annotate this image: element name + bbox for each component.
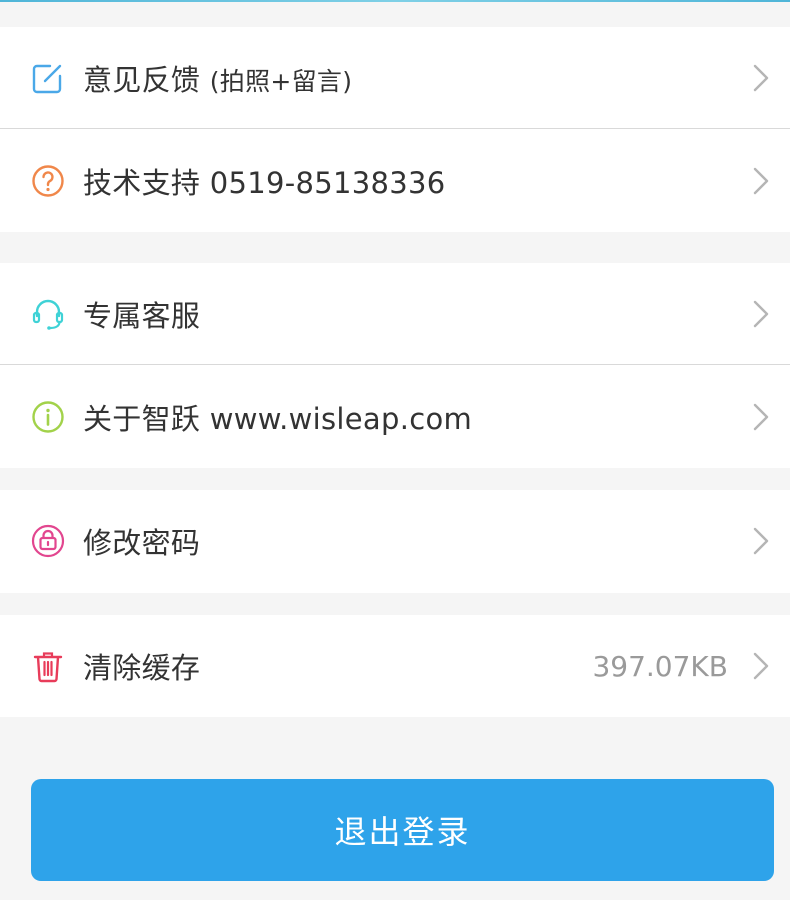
chevron-right-icon bbox=[752, 299, 770, 329]
edit-icon bbox=[31, 61, 65, 95]
lock-icon bbox=[31, 524, 65, 558]
feedback-hint: (拍照+留言) bbox=[209, 67, 353, 96]
support-row[interactable]: 技术支持 0519-85138336 bbox=[0, 130, 790, 232]
chevron-right-icon bbox=[752, 166, 770, 196]
headset-icon bbox=[31, 297, 65, 331]
question-circle-icon bbox=[31, 164, 65, 198]
logout-button[interactable]: 退出登录 bbox=[31, 779, 774, 881]
settings-group-help: 意见反馈 (拍照+留言) 技术支持 0519-85138336 bbox=[0, 27, 790, 232]
password-row[interactable]: 修改密码 bbox=[0, 490, 790, 592]
service-row[interactable]: 专属客服 bbox=[0, 263, 790, 365]
trash-icon bbox=[31, 649, 65, 683]
cache-size-value: 397.07KB bbox=[592, 649, 728, 683]
feedback-label: 意见反馈 (拍照+留言) bbox=[83, 63, 353, 97]
chevron-right-icon bbox=[752, 651, 770, 681]
about-row[interactable]: 关于智跃 www.wisleap.com bbox=[0, 366, 790, 468]
about-label: 关于智跃 www.wisleap.com bbox=[83, 402, 473, 436]
feedback-row[interactable]: 意见反馈 (拍照+留言) bbox=[0, 27, 790, 129]
password-label: 修改密码 bbox=[83, 526, 201, 560]
support-label: 技术支持 0519-85138336 bbox=[83, 166, 446, 200]
clear-cache-row[interactable]: 清除缓存 397.07KB bbox=[0, 615, 790, 717]
info-circle-icon bbox=[31, 400, 65, 434]
service-label: 专属客服 bbox=[83, 299, 201, 333]
chevron-right-icon bbox=[752, 526, 770, 556]
top-accent-line bbox=[0, 0, 790, 2]
chevron-right-icon bbox=[752, 63, 770, 93]
settings-group-password: 修改密码 bbox=[0, 490, 790, 593]
clear-cache-label: 清除缓存 bbox=[83, 651, 201, 685]
chevron-right-icon bbox=[752, 402, 770, 432]
settings-group-cache: 清除缓存 397.07KB bbox=[0, 615, 790, 717]
settings-group-about: 专属客服 关于智跃 www.wisleap.com bbox=[0, 263, 790, 468]
